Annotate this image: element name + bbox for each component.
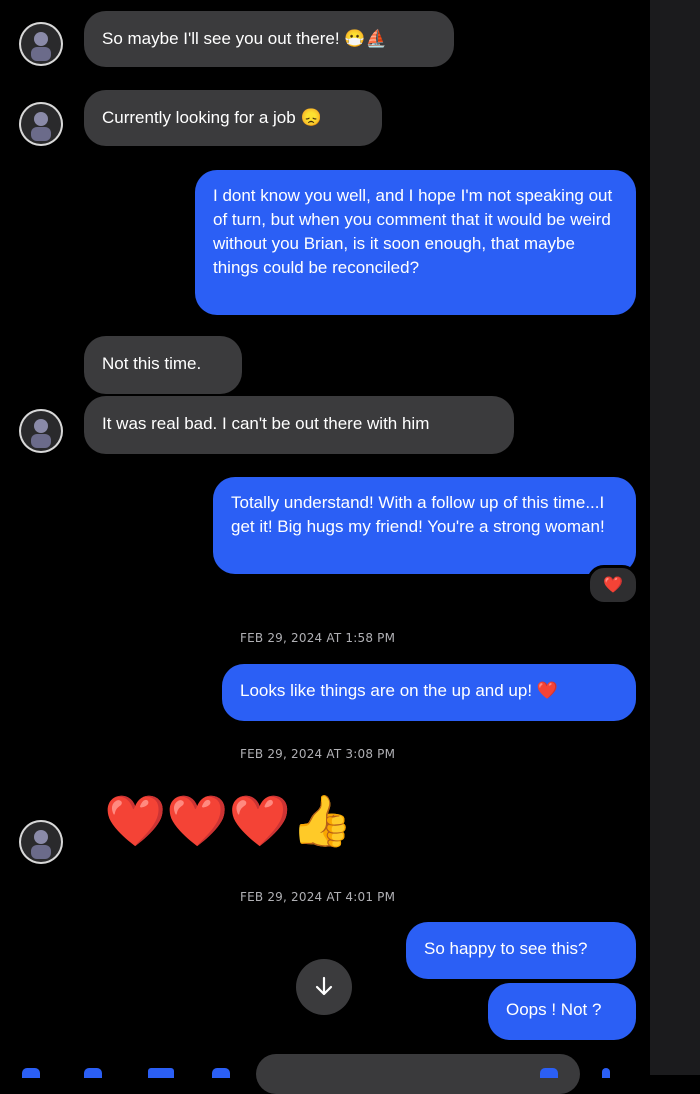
send-icon[interactable] — [602, 1068, 610, 1078]
toolbar-icon[interactable] — [212, 1068, 230, 1078]
timestamp: FEB 29, 2024 AT 1:58 PM — [240, 631, 396, 645]
message-text: Not this time. — [102, 354, 202, 373]
scroll-down-button[interactable] — [296, 959, 352, 1015]
sad-face-emoji: 😞 — [300, 108, 322, 127]
outgoing-message[interactable]: Looks like things are on the up and up! … — [222, 664, 636, 721]
timestamp: FEB 29, 2024 AT 4:01 PM — [240, 890, 396, 904]
outgoing-message[interactable]: Totally understand! With a follow up of … — [213, 477, 636, 574]
emoji-message[interactable]: ❤️❤️❤️👍 — [104, 791, 353, 851]
heart-emoji: ❤️ — [536, 681, 558, 700]
emoji-icon[interactable] — [540, 1068, 558, 1078]
timestamp: FEB 29, 2024 AT 3:08 PM — [240, 747, 396, 761]
hearts-thumbsup-emoji: ❤️❤️❤️👍 — [104, 793, 354, 849]
outgoing-message[interactable]: I dont know you well, and I hope I'm not… — [195, 170, 636, 315]
mask-sailboat-emoji: 😷⛵ — [344, 29, 387, 48]
toolbar-icon[interactable] — [148, 1068, 174, 1078]
contact-avatar[interactable] — [19, 409, 63, 453]
heart-reaction-icon[interactable]: ❤️ — [587, 565, 639, 605]
incoming-message[interactable]: It was real bad. I can't be out there wi… — [84, 396, 514, 454]
message-text: Oops ! Not ? — [506, 1000, 602, 1019]
outgoing-message[interactable]: So happy to see this? — [406, 922, 636, 979]
message-text: Totally understand! With a follow up of … — [231, 493, 605, 536]
toolbar-icon[interactable] — [84, 1068, 102, 1078]
message-text: Looks like things are on the up and up! — [240, 681, 533, 700]
message-input[interactable] — [256, 1054, 580, 1094]
arrow-down-icon — [315, 976, 333, 996]
incoming-message[interactable]: So maybe I'll see you out there! 😷⛵ — [84, 11, 454, 67]
contact-avatar[interactable] — [19, 820, 63, 864]
outgoing-message[interactable]: Oops ! Not ? — [488, 983, 636, 1040]
toolbar-icon[interactable] — [22, 1068, 40, 1078]
message-text: It was real bad. I can't be out there wi… — [102, 414, 430, 433]
message-text: So maybe I'll see you out there! — [102, 29, 340, 48]
incoming-message[interactable]: Currently looking for a job 😞 — [84, 90, 382, 146]
contact-avatar[interactable] — [19, 102, 63, 146]
message-text: I dont know you well, and I hope I'm not… — [213, 186, 613, 277]
message-text: Currently looking for a job — [102, 108, 296, 127]
message-text: So happy to see this? — [424, 939, 588, 958]
incoming-message[interactable]: Not this time. — [84, 336, 242, 394]
contact-avatar[interactable] — [19, 22, 63, 66]
side-panel — [650, 0, 700, 1075]
